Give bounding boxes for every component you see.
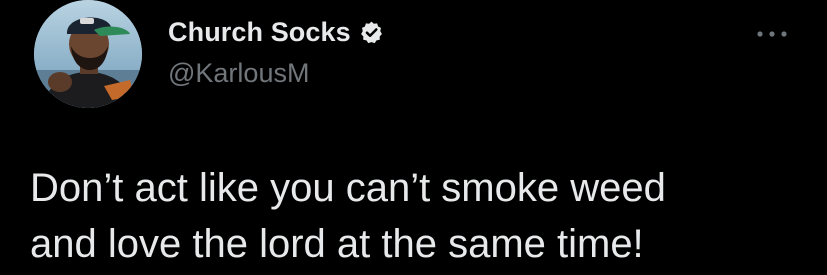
tweet-text: Don’t act like you can’t smoke weed and …: [30, 166, 666, 266]
author-display-name[interactable]: Church Socks: [168, 17, 351, 48]
avatar-photo-icon: [34, 0, 142, 108]
tweet-card: Church Socks @KarlousM Don’t act like yo…: [0, 0, 827, 275]
more-options-button[interactable]: [752, 24, 792, 44]
verified-badge-icon: [360, 21, 382, 43]
more-options-icon: [757, 31, 787, 37]
author-avatar[interactable]: [34, 0, 142, 108]
author-handle[interactable]: @KarlousM: [168, 58, 309, 89]
author-name-row: Church Socks: [168, 14, 384, 50]
